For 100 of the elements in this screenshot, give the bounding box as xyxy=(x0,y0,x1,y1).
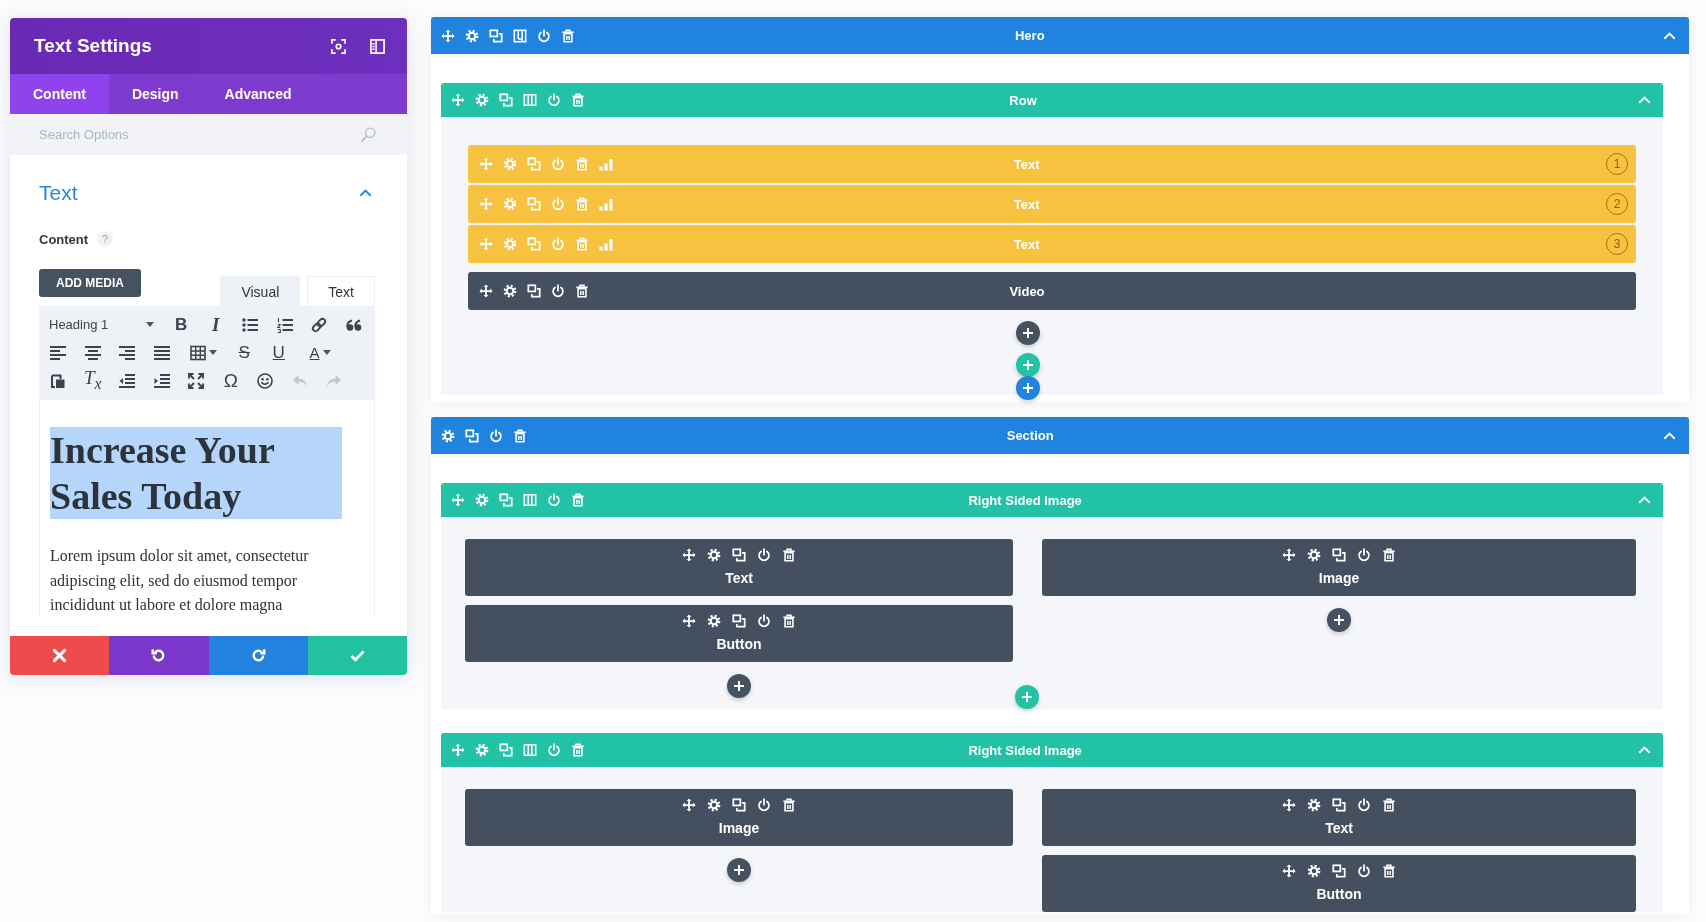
sidebar-icon[interactable] xyxy=(370,38,385,54)
add-media-button[interactable]: ADD MEDIA xyxy=(39,269,141,297)
trash-icon[interactable] xyxy=(513,428,527,443)
justify-icon[interactable] xyxy=(153,344,170,361)
numbered-list-icon[interactable] xyxy=(276,316,293,333)
special-character-tool[interactable]: Ω xyxy=(223,371,238,390)
trash-icon[interactable] xyxy=(1382,864,1396,878)
align-left-icon[interactable] xyxy=(50,344,67,361)
text-color-tool[interactable]: A xyxy=(309,343,320,362)
search-field[interactable]: Search Options xyxy=(10,114,407,155)
settings-icon[interactable] xyxy=(1307,548,1321,562)
move-icon[interactable] xyxy=(441,28,455,43)
clipboard-icon[interactable] xyxy=(50,372,67,389)
module-block[interactable]: Image xyxy=(1042,539,1636,596)
settings-icon[interactable] xyxy=(1307,798,1321,812)
move-icon[interactable] xyxy=(682,548,696,562)
caret-icon[interactable] xyxy=(146,322,154,327)
smiley-icon[interactable] xyxy=(257,372,274,389)
duplicate-icon[interactable] xyxy=(1332,548,1346,562)
underline-tool[interactable]: U xyxy=(272,343,285,362)
move-icon[interactable] xyxy=(1282,798,1296,812)
plus-circle-icon[interactable] xyxy=(727,858,751,882)
outdent-icon[interactable] xyxy=(119,372,136,389)
settings-icon[interactable] xyxy=(1307,864,1321,878)
trash-icon[interactable] xyxy=(782,548,796,562)
settings-icon[interactable] xyxy=(441,428,455,443)
columns-icon[interactable] xyxy=(523,93,537,107)
trash-icon[interactable] xyxy=(575,284,589,298)
move-icon[interactable] xyxy=(1282,864,1296,878)
caret-icon[interactable] xyxy=(208,350,217,355)
settings-icon[interactable] xyxy=(707,548,721,562)
editor-tab[interactable]: Text xyxy=(307,276,375,306)
editor-tab[interactable]: Visual xyxy=(220,276,301,306)
trash-icon[interactable] xyxy=(1382,798,1396,812)
bulleted-list-icon[interactable] xyxy=(242,316,259,333)
trash-icon[interactable] xyxy=(1382,548,1396,562)
bold-tool[interactable]: B xyxy=(175,315,188,334)
module-block[interactable]: Image xyxy=(465,789,1013,846)
move-icon[interactable] xyxy=(1282,548,1296,562)
clear-formatting-tool[interactable]: T$_{x}$ xyxy=(83,368,102,393)
power-icon[interactable] xyxy=(757,548,771,562)
power-icon[interactable] xyxy=(489,428,503,443)
discard-button[interactable] xyxy=(10,635,110,675)
trash-icon[interactable] xyxy=(782,614,796,628)
move-icon[interactable] xyxy=(682,798,696,812)
redo-button[interactable] xyxy=(208,635,308,675)
module-block[interactable]: Text xyxy=(465,539,1013,596)
columns-icon[interactable] xyxy=(523,493,537,507)
power-icon[interactable] xyxy=(537,28,551,43)
plus-circle-icon[interactable] xyxy=(1016,376,1040,400)
settings-icon[interactable] xyxy=(503,284,517,298)
module-block[interactable]: Text xyxy=(1042,789,1636,846)
duplicate-icon[interactable] xyxy=(527,284,541,298)
columns-icon[interactable] xyxy=(523,743,537,757)
close-icon[interactable] xyxy=(52,647,68,663)
duplicate-icon[interactable] xyxy=(489,28,503,43)
power-icon[interactable] xyxy=(1357,548,1371,562)
redo-icon[interactable] xyxy=(250,647,266,663)
save-button[interactable] xyxy=(307,635,407,675)
settings-icon[interactable] xyxy=(465,28,479,43)
plus-circle-icon[interactable] xyxy=(727,674,751,698)
panel-tab[interactable]: Design xyxy=(108,74,202,114)
duplicate-icon[interactable] xyxy=(732,614,746,628)
duplicate-icon[interactable] xyxy=(732,798,746,812)
check-icon[interactable] xyxy=(349,647,365,663)
power-icon[interactable] xyxy=(1357,798,1371,812)
module-block[interactable]: Button xyxy=(465,605,1013,662)
table-icon[interactable] xyxy=(189,344,206,361)
settings-icon[interactable] xyxy=(707,614,721,628)
power-icon[interactable] xyxy=(1357,864,1371,878)
undo-button[interactable] xyxy=(109,635,209,675)
duplicate-icon[interactable] xyxy=(1332,798,1346,812)
duplicate-icon[interactable] xyxy=(465,428,479,443)
viewfinder-icon[interactable] xyxy=(331,38,346,54)
align-center-icon[interactable] xyxy=(84,344,101,361)
caret-icon[interactable] xyxy=(322,350,331,355)
power-icon[interactable] xyxy=(757,798,771,812)
move-icon[interactable] xyxy=(682,614,696,628)
editor-field[interactable]: Increase Your Sales Today Lorem ipsum dolor sit amet, consectetur adipiscing elit, sed do eiusmod tempor incididunt ut labore et dolore magna xyxy=(39,400,375,618)
indent-icon[interactable] xyxy=(153,372,170,389)
power-icon[interactable] xyxy=(551,284,565,298)
align-right-icon[interactable] xyxy=(119,344,136,361)
module-block[interactable]: Video xyxy=(468,272,1636,310)
panel-tab[interactable]: Content xyxy=(10,74,109,114)
plus-circle-icon[interactable] xyxy=(1327,608,1351,632)
duplicate-icon[interactable] xyxy=(1332,864,1346,878)
strikethrough-tool[interactable]: S xyxy=(238,343,250,362)
undo-icon[interactable] xyxy=(151,647,167,663)
trash-icon[interactable] xyxy=(782,798,796,812)
link-icon[interactable] xyxy=(311,316,328,333)
duplicate-icon[interactable] xyxy=(732,548,746,562)
module-block[interactable]: Button xyxy=(1042,855,1636,912)
move-icon[interactable] xyxy=(479,284,493,298)
format-select[interactable]: Heading 1 xyxy=(47,312,164,337)
plus-circle-icon[interactable] xyxy=(1016,321,1040,345)
settings-icon[interactable] xyxy=(707,798,721,812)
chevron-up-icon[interactable] xyxy=(359,189,372,197)
panel-tab[interactable]: Advanced xyxy=(201,74,315,114)
power-icon[interactable] xyxy=(757,614,771,628)
trash-icon[interactable] xyxy=(561,28,575,43)
